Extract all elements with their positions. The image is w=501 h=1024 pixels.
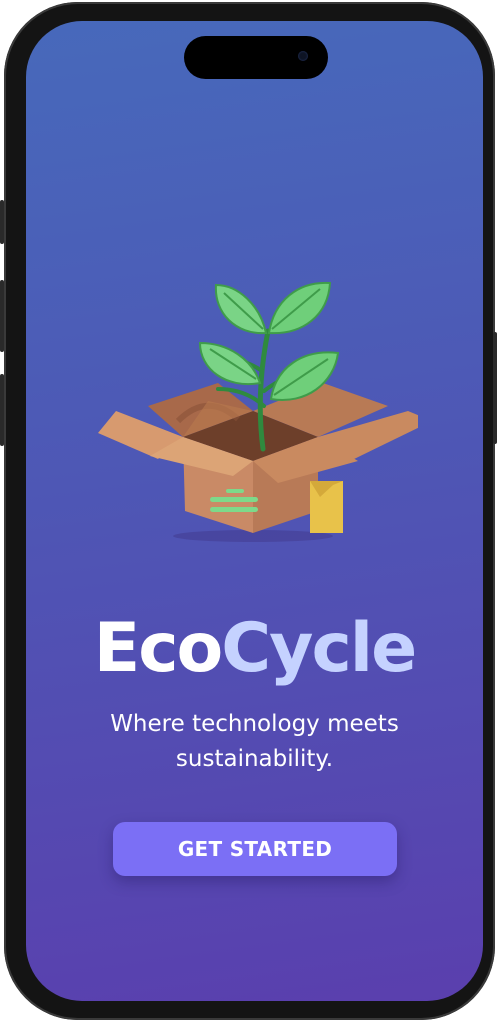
leaf-icon xyxy=(267,281,332,335)
get-started-label: GET STARTED xyxy=(177,837,333,861)
power-button xyxy=(493,332,497,444)
plant-in-box-illustration xyxy=(98,281,418,542)
volume-up-button xyxy=(0,280,4,352)
tagline-line-2: sustainability. xyxy=(175,746,334,772)
volume-down-button xyxy=(0,374,4,446)
dynamic-island xyxy=(184,36,328,79)
action-button xyxy=(0,200,4,244)
camera-icon xyxy=(298,51,308,61)
phone-frame: EcoCycle Where technology meets sustaina… xyxy=(0,2,497,1020)
app-screen: EcoCycle Where technology meets sustaina… xyxy=(26,21,483,1001)
get-started-button[interactable]: GET STARTED xyxy=(113,822,397,876)
leaf-icon xyxy=(214,283,268,335)
tagline: Where technology meets sustainability. xyxy=(66,707,443,777)
app-title: EcoCycle xyxy=(26,609,483,689)
app-title-eco: Eco xyxy=(93,609,223,688)
tagline-line-1: Where technology meets xyxy=(110,711,399,737)
app-title-cycle: Cycle xyxy=(221,609,417,688)
